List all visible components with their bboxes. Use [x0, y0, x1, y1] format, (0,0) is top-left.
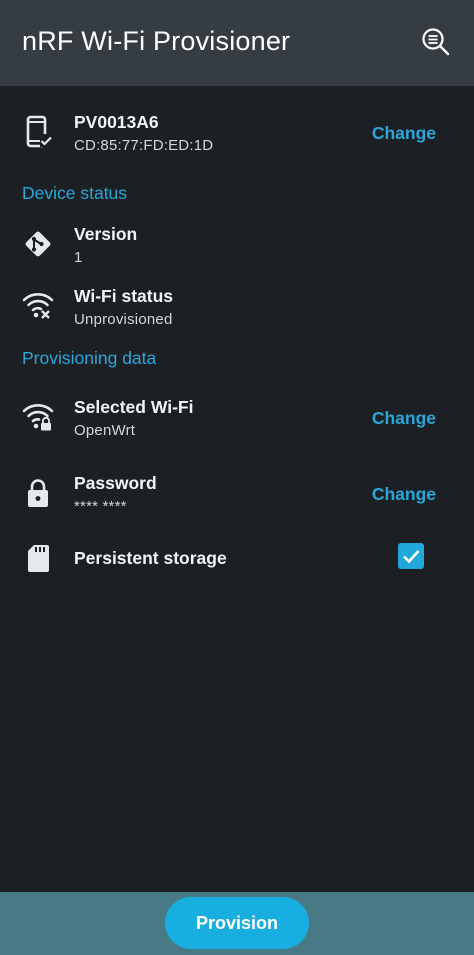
device-status-header: Device status — [22, 183, 128, 203]
version-value: 1 — [74, 249, 83, 266]
selected-wifi-title: Selected Wi-Fi — [74, 397, 194, 417]
device-row: PV0013A6 CD:85:77:FD:ED:1D Change — [0, 106, 474, 166]
search-list-icon — [422, 28, 450, 56]
password-value: **** **** — [74, 498, 127, 515]
version-row: Version 1 — [0, 218, 474, 278]
change-password-button[interactable]: Change — [372, 484, 436, 505]
wifi-status-value: Unprovisioned — [74, 311, 173, 328]
password-row: Password **** **** Change — [0, 468, 474, 528]
wifi-status-row: Wi-Fi status Unprovisioned — [0, 280, 474, 340]
selected-wifi-row: Selected Wi-Fi OpenWrt Change — [0, 391, 474, 451]
phone-check-icon — [22, 115, 54, 148]
provisioning-data-header: Provisioning data — [22, 348, 157, 368]
selected-wifi-value: OpenWrt — [74, 422, 136, 439]
version-title: Version — [74, 224, 138, 244]
lock-icon — [22, 477, 54, 509]
device-address: CD:85:77:FD:ED:1D — [74, 137, 214, 154]
bottom-bar: Provision — [0, 892, 474, 955]
check-icon — [403, 550, 420, 564]
device-name: PV0013A6 — [74, 112, 159, 132]
persistent-storage-checkbox[interactable] — [398, 543, 424, 569]
sd-card-icon — [22, 542, 54, 574]
wifi-lock-icon — [22, 401, 54, 433]
search-button[interactable] — [416, 22, 456, 62]
change-wifi-button[interactable]: Change — [372, 408, 436, 429]
git-icon — [22, 228, 54, 260]
persistent-storage-row: Persistent storage — [0, 536, 474, 596]
app-title: nRF Wi-Fi Provisioner — [22, 26, 291, 56]
app-bar: nRF Wi-Fi Provisioner — [0, 0, 474, 86]
change-device-button[interactable]: Change — [372, 123, 436, 144]
password-title: Password — [74, 473, 157, 493]
wifi-status-title: Wi-Fi status — [74, 286, 174, 306]
provision-button[interactable]: Provision — [165, 897, 309, 949]
wifi-off-icon — [22, 290, 54, 322]
persistent-storage-title: Persistent storage — [74, 548, 227, 568]
main-content: PV0013A6 CD:85:77:FD:ED:1D Change Device… — [0, 86, 474, 892]
